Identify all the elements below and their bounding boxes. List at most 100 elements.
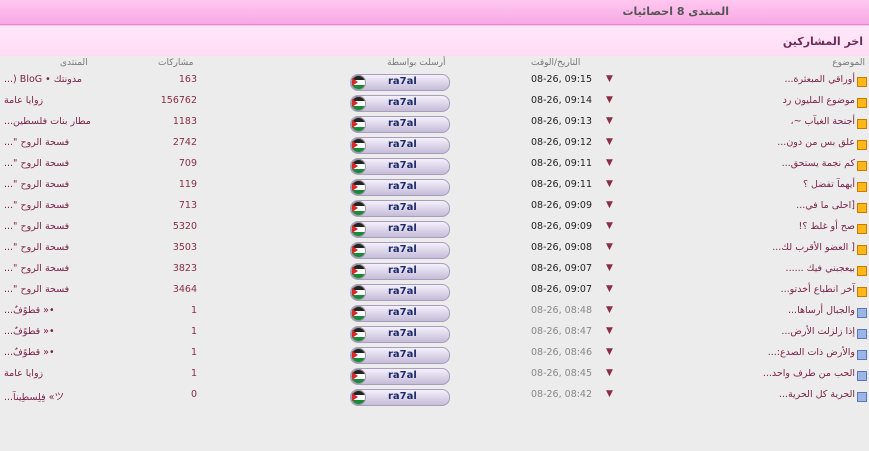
poster-username[interactable]: ra7al [388,370,417,381]
poster-userbar[interactable]: ra7al [350,221,450,238]
goto-last-post-icon[interactable]: ▼ [606,242,613,252]
topic-link[interactable]: أجنحة الغيآب ~، [791,116,856,127]
poster-username[interactable]: ra7al [388,76,417,87]
table-row: الحرية كل الحرية... ▼ 08-26, 08:42 ra7al 0 ツ»… [0,386,869,407]
topic-link[interactable]: بيعجبني فيك ...... [786,263,855,274]
forum-link[interactable]: فسحة الروح "... [4,221,69,232]
palestine-flag-icon [351,348,366,363]
goto-last-post-icon[interactable]: ▼ [606,74,613,84]
poster-userbar[interactable]: ra7al [350,326,450,343]
goto-last-post-icon[interactable]: ▼ [606,116,613,126]
goto-last-post-icon[interactable]: ▼ [606,95,613,105]
poster-username[interactable]: ra7al [388,118,417,129]
goto-last-post-icon[interactable]: ▼ [606,221,613,231]
goto-last-post-icon[interactable]: ▼ [606,263,613,273]
goto-last-post-icon[interactable]: ▼ [606,368,613,378]
poster-userbar[interactable]: ra7al [350,368,450,385]
old-topic-icon [857,308,867,318]
forum-link[interactable]: مدونتك • BloG (... [4,74,82,85]
goto-last-post-icon[interactable]: ▼ [606,389,613,399]
palestine-flag-icon [351,96,366,111]
topic-link[interactable]: الحب من طرف واحد... [763,368,855,379]
poster-username[interactable]: ra7al [388,307,417,318]
poster-username[interactable]: ra7al [388,286,417,297]
forum-link[interactable]: ツ» فِلِسطِينآ... [4,389,64,403]
col-posts-header: مشاركات [158,58,194,68]
table-row: موضوع المليون رد ▼ 08-26, 09:14 ra7al 156762… [0,92,869,113]
poster-userbar[interactable]: ra7al [350,137,450,154]
poster-userbar[interactable]: ra7al [350,284,450,301]
poster-userbar[interactable]: ra7al [350,305,450,322]
new-topic-icon [857,266,867,276]
poster-userbar[interactable]: ra7al [350,263,450,280]
forum-link[interactable]: فسحة الروح "... [4,242,69,253]
forum-link[interactable]: فسحة الروح "... [4,137,69,148]
forum-link[interactable]: فسحة الروح "... [4,284,69,295]
poster-username[interactable]: ra7al [388,160,417,171]
poster-userbar[interactable]: ra7al [350,179,450,196]
goto-last-post-icon[interactable]: ▼ [606,284,613,294]
palestine-flag-icon [351,306,366,321]
new-topic-icon [857,140,867,150]
post-count: 1 [190,326,197,337]
goto-last-post-icon[interactable]: ▼ [606,200,613,210]
forum-link[interactable]: •« قطوًفٌ... [4,347,55,358]
post-datetime: 08-26, 09:15 [531,74,593,85]
poster-userbar[interactable]: ra7al [350,74,450,91]
poster-userbar[interactable]: ra7al [350,389,450,406]
forum-link[interactable]: •« قطوًفٌ... [4,305,55,316]
goto-last-post-icon[interactable]: ▼ [606,179,613,189]
topic-link[interactable]: علق بس من دون... [777,137,855,148]
poster-username[interactable]: ra7al [388,328,417,339]
forum-link[interactable]: مطار بنات فلسطين... [4,116,91,127]
forum-link[interactable]: فسحة الروح "... [4,263,69,274]
topic-link[interactable]: [ العضو الأقرب لك... [772,242,855,253]
topic-link[interactable]: آخر انطباع أخدتو... [781,284,855,295]
goto-last-post-icon[interactable]: ▼ [606,305,613,315]
topic-link[interactable]: موضوع المليون رد [783,95,855,106]
palestine-flag-icon [351,117,366,132]
poster-userbar[interactable]: ra7al [350,347,450,364]
goto-last-post-icon[interactable]: ▼ [606,137,613,147]
poster-username[interactable]: ra7al [388,97,417,108]
palestine-flag-icon [351,369,366,384]
poster-username[interactable]: ra7al [388,223,417,234]
post-datetime: 08-26, 09:07 [531,263,593,274]
poster-username[interactable]: ra7al [388,391,417,402]
poster-username[interactable]: ra7al [388,349,417,360]
forum-link[interactable]: فسحة الروح "... [4,179,69,190]
poster-username[interactable]: ra7al [388,265,417,276]
table-row: صح أو غلط ؟! ▼ 08-26, 09:09 ra7al 5320 فسحة ا… [0,218,869,239]
poster-username[interactable]: ra7al [388,181,417,192]
topic-link[interactable]: والجبال أرساها... [788,305,855,316]
goto-last-post-icon[interactable]: ▼ [606,326,613,336]
poster-userbar[interactable]: ra7al [350,95,450,112]
topic-link[interactable]: إذا زلزلت الأرض... [781,326,855,337]
poster-userbar[interactable]: ra7al [350,116,450,133]
topic-link[interactable]: والأرض ذات الصدع:... [768,347,855,358]
topic-link[interactable]: [احلى ما في... [796,200,855,211]
post-count: 119 [178,179,197,190]
poster-username[interactable]: ra7al [388,139,417,150]
poster-userbar[interactable]: ra7al [350,242,450,259]
table-row: أجنحة الغيآب ~، ▼ 08-26, 09:13 ra7al 1183 مطا… [0,113,869,134]
poster-username[interactable]: ra7al [388,202,417,213]
forum-link[interactable]: زوايا عامة [4,368,43,379]
forum-link[interactable]: فسحة الروح "... [4,200,69,211]
latest-posters-title: اخر المشاركين [782,35,863,48]
forum-link[interactable]: فسحة الروح "... [4,158,69,169]
poster-userbar[interactable]: ra7al [350,158,450,175]
topic-link[interactable]: الحرية كل الحرية... [779,389,855,400]
topic-link[interactable]: أيهمآ تفضل ؟ [803,179,855,190]
topic-link[interactable]: كم نجمة يستحق... [782,158,855,169]
goto-last-post-icon[interactable]: ▼ [606,347,613,357]
goto-last-post-icon[interactable]: ▼ [606,158,613,168]
poster-userbar[interactable]: ra7al [350,200,450,217]
post-datetime: 08-26, 08:42 [531,389,593,400]
table-header: الموضوع التاريخ/الوقت أرسلت بواسطة مشارك… [0,58,869,70]
forum-link[interactable]: زوايا عامة [4,95,43,106]
topic-link[interactable]: أوراقي المبعثرة... [784,74,855,85]
poster-username[interactable]: ra7al [388,244,417,255]
forum-link[interactable]: •« قطوًفٌ... [4,326,55,337]
topic-link[interactable]: صح أو غلط ؟! [799,221,855,232]
